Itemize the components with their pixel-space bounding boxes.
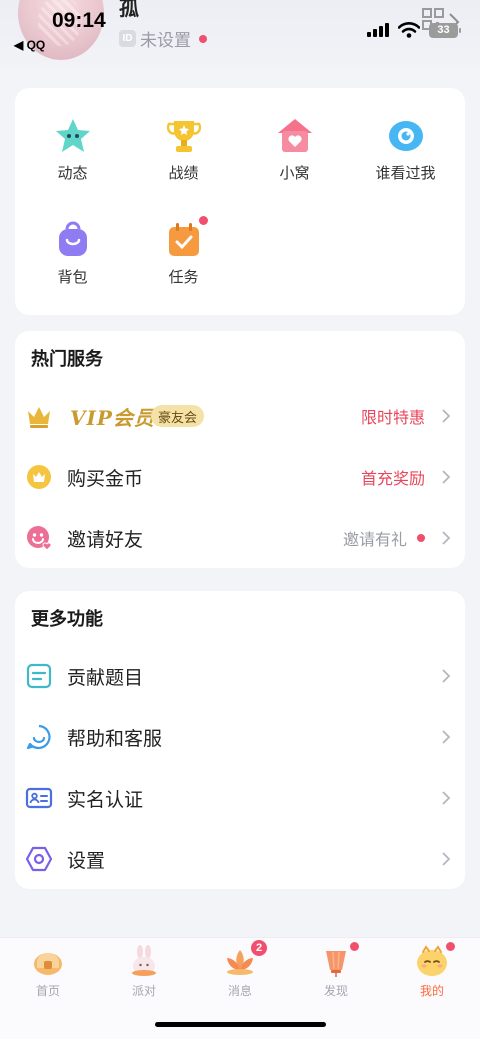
chevron-right-icon <box>442 470 451 484</box>
chevron-right-icon <box>442 730 451 744</box>
section-title: 热门服务 <box>31 349 103 370</box>
mascot-icon-wrap <box>415 942 455 978</box>
eye-icon <box>388 121 423 151</box>
trophy-icon <box>166 121 201 152</box>
grid-item-visitors[interactable]: 谁看过我 <box>350 116 461 183</box>
settings-row[interactable]: 设置 <box>15 833 465 885</box>
row-label: 购买金币 <box>67 467 144 490</box>
unread-count-badge: 2 <box>251 940 267 956</box>
contribute-question-row[interactable]: 贡献题目 <box>15 650 465 702</box>
tab-label: 首页 <box>35 984 60 998</box>
tab-label: 发现 <box>323 984 348 998</box>
tab-discover[interactable]: 发现 <box>288 942 384 999</box>
vip-tier-badge: 豪友会 <box>151 405 205 427</box>
tab-me[interactable]: 我的 <box>384 942 480 999</box>
tab-home[interactable]: 首页 <box>0 944 96 999</box>
invite-promo-text: 邀请有礼 <box>342 530 407 549</box>
invite-friends-row[interactable]: 邀请好友 邀请有礼 <box>15 512 465 564</box>
grid-label: 小窝 <box>279 164 310 182</box>
chat-bubble-icon <box>26 724 51 750</box>
grid-item-backpack[interactable]: 背包 <box>17 220 128 287</box>
row-label: 邀请好友 <box>67 528 144 551</box>
home-icon <box>34 953 62 975</box>
cellular-signal-icon <box>367 23 389 37</box>
chevron-right-icon <box>442 791 451 805</box>
crown-icon <box>28 407 50 428</box>
more-functions-card: 更多功能 贡献题目 帮助和客服 实名认证 设置 <box>15 591 465 889</box>
grid-label: 谁看过我 <box>375 164 436 182</box>
vip-title: VIP会员 <box>70 405 155 430</box>
grid-item-nest[interactable]: 小窝 <box>239 116 350 183</box>
real-name-verification-row[interactable]: 实名认证 <box>15 772 465 824</box>
profile-id-text: 未设置 <box>140 31 191 51</box>
vip-promo-text: 限时特惠 <box>360 408 425 427</box>
row-label: 贡献题目 <box>67 666 144 689</box>
grid-label: 任务 <box>168 268 199 286</box>
notification-dot <box>198 216 208 225</box>
grid-item-record[interactable]: 战绩 <box>128 116 239 183</box>
help-support-row[interactable]: 帮助和客服 <box>15 711 465 763</box>
notification-dot <box>446 942 455 951</box>
tab-label: 我的 <box>419 984 444 998</box>
id-card-icon <box>25 787 53 809</box>
bunny-icon <box>132 945 156 976</box>
grid-label: 战绩 <box>168 164 199 182</box>
status-time: 09:14 <box>52 9 106 32</box>
chevron-right-icon <box>442 852 451 866</box>
house-heart-icon <box>277 119 312 152</box>
invite-promo: 邀请有礼 <box>343 526 425 550</box>
feature-grid-card: 动态 战绩 小窝 谁看过我 背包 任务 <box>15 88 465 315</box>
coin-crown-icon <box>27 465 51 489</box>
backpack-icon <box>58 221 87 256</box>
tab-party[interactable]: 派对 <box>96 944 192 999</box>
home-indicator[interactable] <box>155 1022 326 1027</box>
grid-item-tasks[interactable]: 任务 <box>128 216 239 287</box>
mascot-icon <box>417 945 447 976</box>
chevron-right-icon <box>442 409 451 423</box>
document-icon <box>26 663 52 689</box>
lantern-icon <box>326 951 346 977</box>
smiley-heart-icon <box>27 526 52 551</box>
hexagon-settings-icon <box>25 846 53 872</box>
notification-dot <box>350 942 359 951</box>
task-calendar-icon <box>168 223 199 256</box>
vip-row[interactable]: VIP会员 豪友会 限时特惠 <box>15 390 465 442</box>
tab-label: 消息 <box>227 984 252 998</box>
profile-header: 09:14 ◀ QQ 孤 ID 未设置 33 <box>0 0 480 70</box>
row-label: 帮助和客服 <box>67 727 163 750</box>
section-title: 更多功能 <box>31 609 103 630</box>
chevron-right-icon <box>442 531 451 545</box>
status-indicators: 33 <box>367 22 461 38</box>
coins-promo-text: 首充奖励 <box>360 469 425 488</box>
lantern-icon-wrap <box>319 942 359 978</box>
battery-icon: 33 <box>429 22 461 38</box>
lotus-icon-wrap: 2 <box>223 940 267 978</box>
back-to-qq-link[interactable]: ◀ QQ <box>14 38 45 52</box>
wifi-icon <box>398 22 420 38</box>
notification-dot <box>417 534 425 542</box>
tab-messages[interactable]: 2 消息 <box>192 940 288 999</box>
tab-label: 派对 <box>131 984 156 998</box>
chevron-right-icon <box>442 669 451 683</box>
profile-nickname: 孤 <box>119 0 139 20</box>
star-face-icon <box>55 119 90 152</box>
row-label: 实名认证 <box>67 788 144 811</box>
profile-id-row[interactable]: ID 未设置 <box>119 26 207 51</box>
task-calendar-icon-wrap <box>164 216 208 260</box>
hot-services-card: 热门服务 VIP会员 豪友会 限时特惠 购买金币 首充奖励 邀请好友 邀请有礼 <box>15 331 465 568</box>
id-icon: ID <box>119 30 136 47</box>
grid-item-moments[interactable]: 动态 <box>17 116 128 183</box>
grid-label: 动态 <box>57 164 88 182</box>
grid-label: 背包 <box>57 268 88 286</box>
notification-dot <box>199 34 207 43</box>
buy-coins-row[interactable]: 购买金币 首充奖励 <box>15 451 465 503</box>
row-label: 设置 <box>67 849 106 872</box>
